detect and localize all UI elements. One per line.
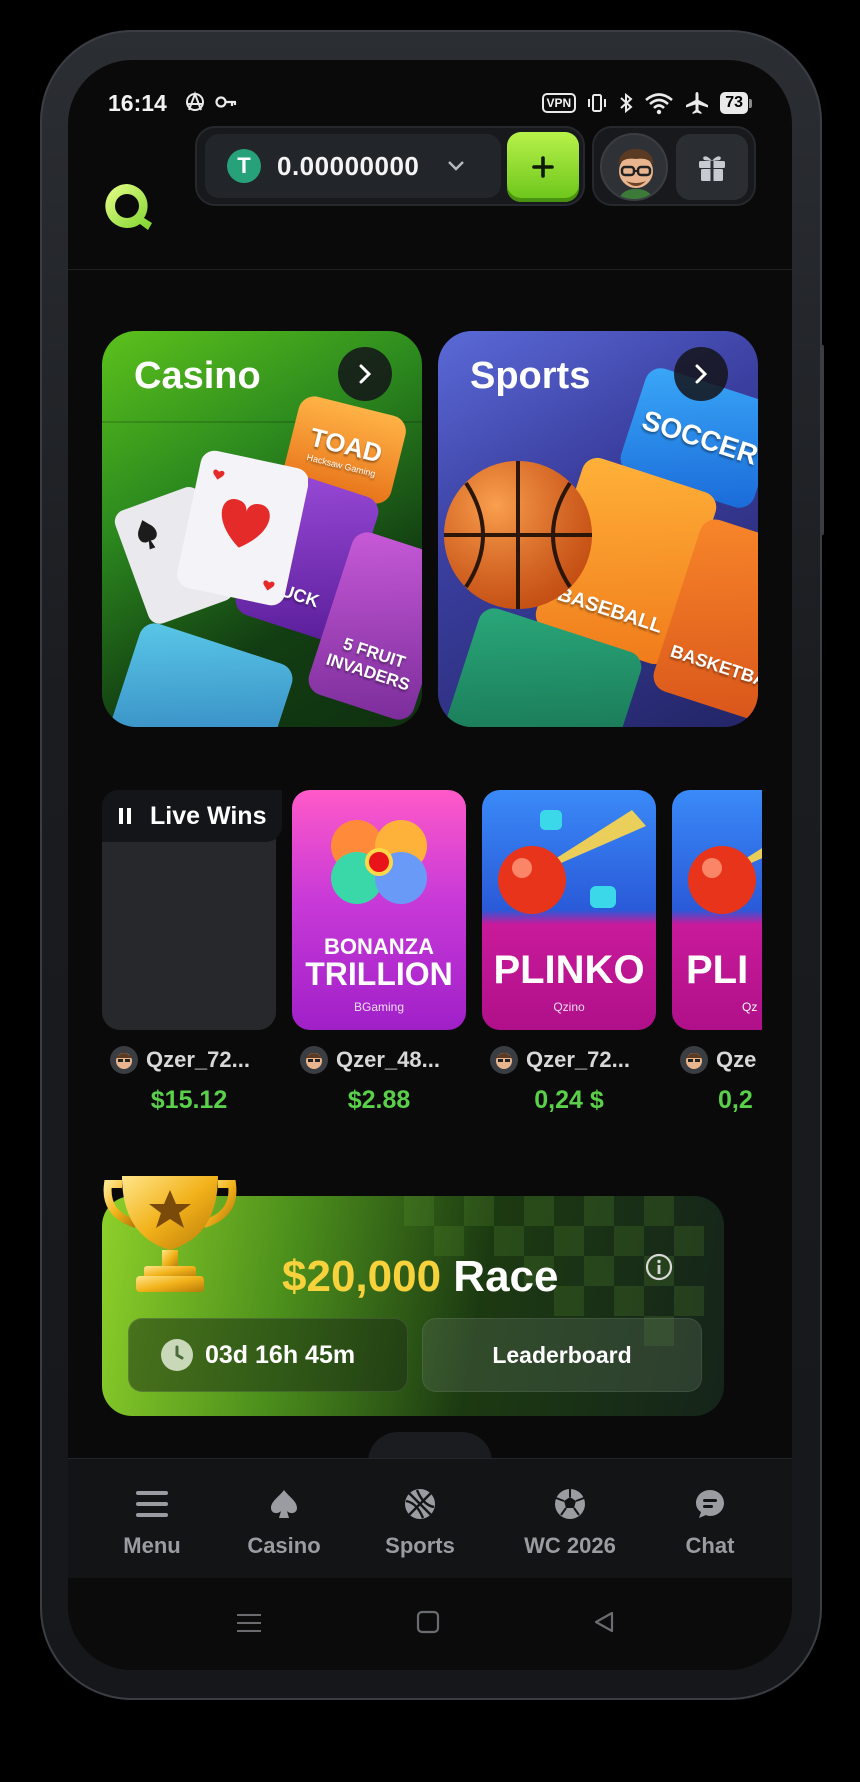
bottom-nav: Menu Casino Sports WC 2026 Chat	[68, 1458, 792, 1578]
game-thumbnail[interactable]: PLINKO Qzino	[482, 790, 656, 1030]
win-username: Qzer_72...	[146, 1047, 250, 1072]
pause-icon	[119, 808, 131, 824]
recent-apps-icon[interactable]	[236, 1612, 262, 1634]
phone-side-button	[820, 345, 824, 535]
airplane-icon	[686, 92, 709, 114]
clock-icon	[161, 1339, 193, 1371]
menu-icon	[136, 1491, 168, 1517]
casino-arrow-button[interactable]	[338, 347, 392, 401]
user-avatar-icon	[300, 1046, 328, 1074]
sports-category-card[interactable]: SOCCER BASEBALL BASKETBAL Sports	[438, 331, 758, 727]
app-logo-icon[interactable]	[100, 180, 154, 232]
live-win-item[interactable]: BONANZA TRILLION BGaming Qzer_48... $2.8…	[292, 790, 466, 1115]
user-avatar-icon	[490, 1046, 518, 1074]
avatar[interactable]	[600, 133, 668, 201]
user-avatar-icon	[110, 1046, 138, 1074]
game-thumbnail[interactable]: BONANZA TRILLION BGaming	[292, 790, 466, 1030]
currency-selector[interactable]: T 0.00000000	[205, 134, 501, 198]
win-amount: $15.12	[150, 1086, 228, 1114]
casino-category-card[interactable]: TOAD Hacksaw Gaming LUCK 5 FRUIT INVADER…	[102, 331, 422, 727]
win-username: Qze	[716, 1047, 757, 1072]
soccer-ball-icon	[555, 1489, 585, 1519]
nav-item-wc-2026[interactable]: WC 2026	[510, 1485, 630, 1559]
live-wins-row: Live Wins Qzer_72... $15.12 BONANZA TRIL…	[102, 790, 762, 1130]
basketball-ball-icon	[444, 461, 592, 609]
win-amount: $2.88	[347, 1086, 411, 1114]
win-amount: 0,2	[718, 1086, 753, 1114]
win-username: Qzer_72...	[526, 1047, 630, 1072]
user-pill	[592, 126, 756, 206]
back-icon[interactable]	[592, 1610, 616, 1634]
plus-icon	[532, 156, 554, 178]
battery-indicator: 73	[720, 92, 752, 114]
basketball-icon	[405, 1489, 435, 1519]
nav-item-menu[interactable]: Menu	[92, 1485, 212, 1559]
system-nav-bar	[68, 1578, 792, 1670]
win-amount: 0,24 $	[534, 1086, 604, 1114]
gift-icon	[699, 156, 725, 181]
home-icon[interactable]	[416, 1610, 440, 1634]
wifi-icon	[645, 93, 674, 115]
nav-item-chat[interactable]: Chat	[650, 1485, 770, 1559]
bonus-game-tile	[107, 619, 297, 727]
chevron-right-icon	[695, 364, 708, 384]
race-title: $20,000 Race	[282, 1252, 559, 1301]
deposit-button[interactable]	[507, 132, 579, 202]
vpn-badge: VPN	[541, 93, 577, 113]
wallet-balance: 0.00000000	[277, 150, 420, 181]
playing-cards-icon	[114, 450, 308, 624]
usdt-icon: T	[227, 149, 261, 183]
info-icon[interactable]	[644, 1252, 674, 1282]
gift-button[interactable]	[676, 134, 748, 200]
spade-icon	[271, 1490, 297, 1518]
trophy-icon	[103, 1176, 237, 1292]
leaderboard-button[interactable]: Leaderboard	[422, 1318, 702, 1392]
plinko-ball-icon	[498, 810, 646, 914]
game-thumbnail[interactable]: PLI Qz	[672, 790, 762, 1030]
live-win-item[interactable]: PLINKO Qzino Qzer_72... 0,24 $	[482, 790, 656, 1115]
sports-arrow-button[interactable]	[674, 347, 728, 401]
nav-item-sports[interactable]: Sports	[360, 1485, 480, 1559]
wallet-pill: T 0.00000000	[195, 126, 585, 206]
clover-icon	[331, 820, 427, 904]
casino-title: Casino	[134, 355, 261, 397]
plinko-ball-icon	[688, 846, 762, 914]
chevron-right-icon	[359, 364, 372, 384]
nav-item-casino[interactable]: Casino	[224, 1485, 344, 1559]
user-avatar-icon	[680, 1046, 708, 1074]
screen: 16:14 VPN 73 T 0.00000000 TOAD Hacksaw G…	[68, 60, 792, 1670]
vibrate-icon	[588, 94, 607, 112]
bluetooth-icon	[620, 92, 633, 114]
anarchy-icon	[186, 91, 204, 111]
status-time: 16:14	[108, 90, 167, 116]
key-icon	[215, 96, 237, 108]
win-username: Qzer_48...	[336, 1047, 440, 1072]
chat-icon	[696, 1490, 724, 1518]
live-win-item[interactable]: PLI Qz Qze 0,2	[672, 790, 762, 1115]
avatar-face-icon	[618, 149, 654, 199]
sports-title: Sports	[470, 355, 591, 397]
chevron-down-icon	[448, 161, 465, 171]
race-timer: 03d 16h 45m	[128, 1318, 408, 1392]
live-wins-badge[interactable]: Live Wins	[102, 790, 283, 842]
